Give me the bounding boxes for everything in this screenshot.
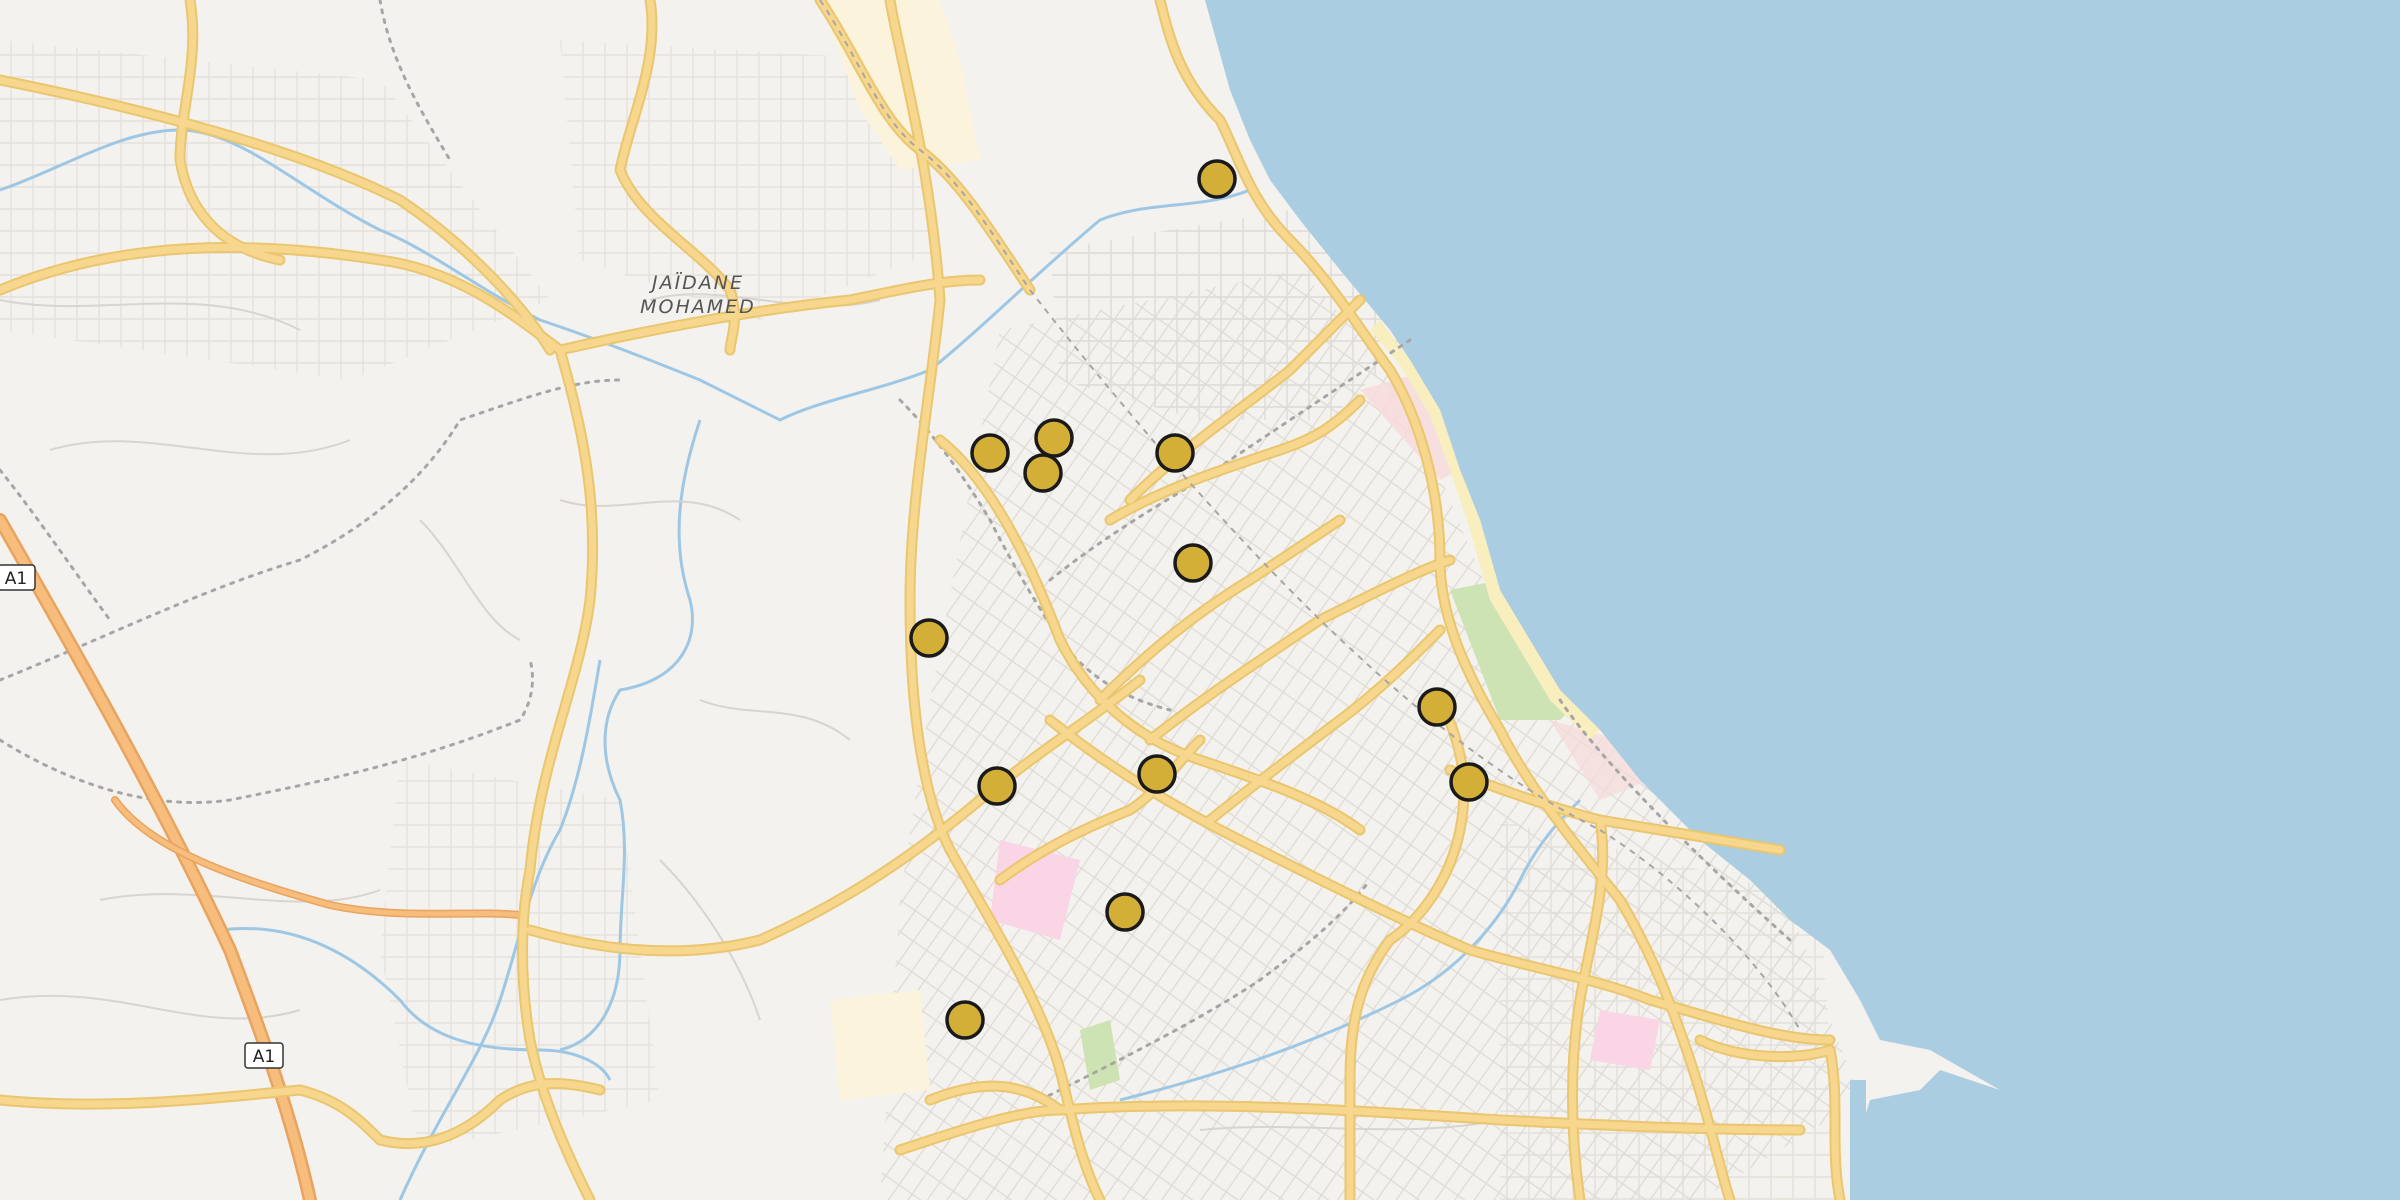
map-marker[interactable] — [970, 433, 1010, 473]
road-shield-label: A1 — [253, 1047, 275, 1067]
map-canvas[interactable]: JAÏDANE MOHAMED A1 A1 — [0, 0, 2400, 1200]
road-shield-a1-lower: A1 — [244, 1042, 284, 1069]
road-shield-label: A1 — [5, 569, 27, 589]
map-marker[interactable] — [1155, 433, 1195, 473]
map-marker[interactable] — [977, 766, 1017, 806]
map-marker[interactable] — [1173, 543, 1213, 583]
map-marker[interactable] — [1197, 159, 1237, 199]
road-shield-a1-upper: A1 — [0, 564, 36, 591]
map-marker[interactable] — [1137, 754, 1177, 794]
map-marker[interactable] — [945, 1000, 985, 1040]
map-marker[interactable] — [1023, 453, 1063, 493]
map-marker[interactable] — [1417, 687, 1457, 727]
map-marker[interactable] — [909, 618, 949, 658]
place-label-line1: JAÏDANE — [648, 271, 744, 294]
map-marker[interactable] — [1105, 892, 1145, 932]
place-label-line2: MOHAMED — [640, 296, 756, 318]
map-marker[interactable] — [1449, 762, 1489, 802]
map-marker[interactable] — [1034, 418, 1074, 458]
